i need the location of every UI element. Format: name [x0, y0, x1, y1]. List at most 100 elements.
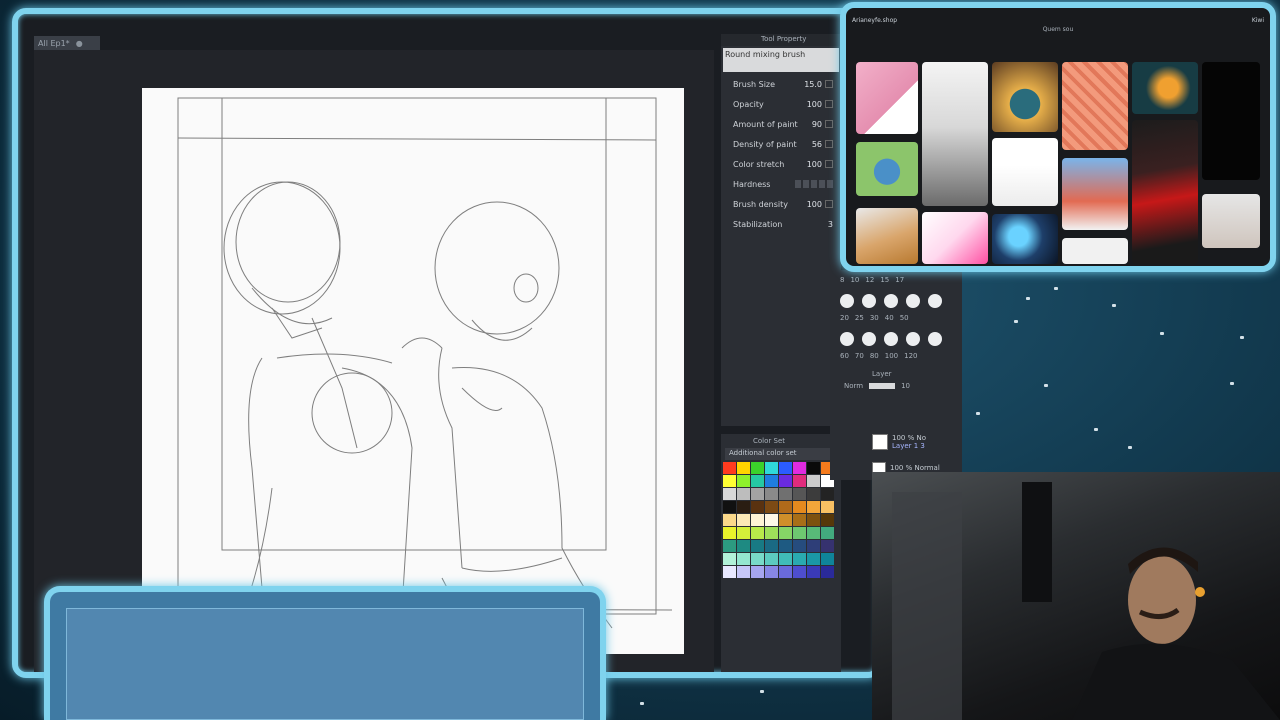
color-swatch[interactable] [723, 540, 736, 552]
color-swatch[interactable] [737, 540, 750, 552]
canvas-area[interactable] [34, 50, 714, 672]
density-of-paint-row[interactable]: Density of paint 56 [721, 134, 841, 154]
color-swatch[interactable] [807, 488, 820, 500]
brush-size-option[interactable]: 15 [880, 276, 889, 288]
layer-opacity-slider[interactable] [869, 383, 896, 389]
brush-density-value[interactable]: 100 [807, 200, 822, 209]
color-swatch[interactable] [779, 462, 792, 474]
color-swatch[interactable] [765, 475, 778, 487]
color-swatch[interactable] [793, 462, 806, 474]
color-swatch[interactable] [793, 514, 806, 526]
pin-graffiti-alphabet[interactable] [1062, 62, 1128, 150]
color-swatch[interactable] [751, 488, 764, 500]
pin-lettering-photo[interactable] [1202, 194, 1260, 248]
brush-preview[interactable]: Round mixing brush [723, 48, 839, 72]
color-swatch[interactable] [751, 475, 764, 487]
color-swatch[interactable] [723, 501, 736, 513]
color-swatch[interactable] [723, 488, 736, 500]
color-swatch[interactable] [821, 527, 834, 539]
hardness-row[interactable]: Hardness [721, 174, 841, 194]
color-swatch[interactable] [723, 566, 736, 578]
color-swatch[interactable] [807, 501, 820, 513]
color-swatch[interactable] [765, 514, 778, 526]
color-swatch[interactable] [723, 475, 736, 487]
color-swatch[interactable] [793, 501, 806, 513]
color-swatch[interactable] [737, 501, 750, 513]
color-swatch[interactable] [793, 475, 806, 487]
brush-size-option[interactable]: 70 [855, 352, 864, 364]
color-swatch[interactable] [737, 527, 750, 539]
document-tab[interactable]: All Ep1* ● [34, 36, 100, 50]
color-swatch[interactable] [807, 462, 820, 474]
brush-size-option[interactable]: 25 [855, 314, 864, 326]
brush-size-option[interactable]: 20 [840, 314, 849, 326]
color-swatch[interactable] [751, 462, 764, 474]
color-swatch[interactable] [751, 501, 764, 513]
stabilization-value[interactable]: 3 [828, 220, 833, 229]
color-swatch[interactable] [821, 488, 834, 500]
color-swatch[interactable] [793, 527, 806, 539]
color-stretch-value[interactable]: 100 [807, 160, 822, 169]
brush-size-stepper[interactable] [825, 80, 833, 88]
brush-size-option[interactable]: 8 [840, 276, 844, 288]
color-swatch[interactable] [807, 540, 820, 552]
color-stretch-stepper[interactable] [825, 160, 833, 168]
density-of-paint-stepper[interactable] [825, 140, 833, 148]
brush-size-option[interactable]: 10 [850, 276, 859, 288]
brush-size-option[interactable]: 120 [904, 352, 917, 364]
color-swatch[interactable] [807, 566, 820, 578]
pin-dragon-art[interactable] [1132, 62, 1198, 114]
color-swatch[interactable] [765, 501, 778, 513]
color-swatch[interactable] [807, 527, 820, 539]
color-swatch[interactable] [779, 501, 792, 513]
color-swatch[interactable] [821, 540, 834, 552]
brush-size-option[interactable]: 60 [840, 352, 849, 364]
color-swatch[interactable] [793, 540, 806, 552]
brush-size-option[interactable]: 12 [865, 276, 874, 288]
hardness-selector[interactable] [795, 180, 833, 188]
color-swatch[interactable] [723, 462, 736, 474]
profile-label[interactable]: Kiwi [1252, 17, 1264, 24]
amount-of-paint-value[interactable]: 90 [812, 120, 822, 129]
pin-sketch-small[interactable] [1062, 238, 1128, 264]
pin-poliwhirl-card[interactable] [856, 142, 918, 196]
color-set-dropdown[interactable]: Additional color set [725, 448, 837, 460]
brush-size-option[interactable]: 30 [870, 314, 879, 326]
color-swatch[interactable] [765, 540, 778, 552]
color-swatch[interactable] [807, 475, 820, 487]
brush-size-option[interactable]: 100 [885, 352, 898, 364]
color-swatch[interactable] [737, 488, 750, 500]
brush-size-row[interactable]: Brush Size 15.0 [721, 74, 841, 94]
color-swatch[interactable] [765, 527, 778, 539]
color-swatch[interactable] [793, 488, 806, 500]
color-swatch[interactable] [779, 527, 792, 539]
color-swatch[interactable] [737, 462, 750, 474]
pin-figure-sketch[interactable] [922, 62, 988, 206]
color-swatch[interactable] [751, 566, 764, 578]
pin-money-meme[interactable] [1062, 158, 1128, 230]
color-swatch[interactable] [751, 514, 764, 526]
close-icon[interactable]: ● [76, 39, 83, 48]
color-swatch[interactable] [765, 462, 778, 474]
color-swatch[interactable] [751, 527, 764, 539]
blend-mode-select[interactable]: Norm [844, 382, 863, 390]
color-swatch[interactable] [807, 553, 820, 565]
color-swatch[interactable] [723, 527, 736, 539]
color-swatch[interactable] [821, 553, 834, 565]
brush-size-option[interactable]: 50 [900, 314, 909, 326]
pin-anime-portrait[interactable] [992, 138, 1058, 206]
opacity-value[interactable]: 100 [807, 100, 822, 109]
color-swatch[interactable] [793, 566, 806, 578]
color-swatch[interactable] [807, 514, 820, 526]
color-swatch[interactable] [779, 475, 792, 487]
amount-of-paint-row[interactable]: Amount of paint 90 [721, 114, 841, 134]
color-swatch[interactable] [723, 553, 736, 565]
pin-dark-panel[interactable] [1202, 62, 1260, 180]
brush-size-option[interactable]: 80 [870, 352, 879, 364]
color-swatch[interactable] [765, 553, 778, 565]
stabilization-row[interactable]: Stabilization 3 [721, 214, 841, 234]
color-swatch[interactable] [737, 475, 750, 487]
opacity-row[interactable]: Opacity 100 [721, 94, 841, 114]
color-swatch[interactable] [751, 553, 764, 565]
brush-size-option[interactable]: 17 [895, 276, 904, 288]
